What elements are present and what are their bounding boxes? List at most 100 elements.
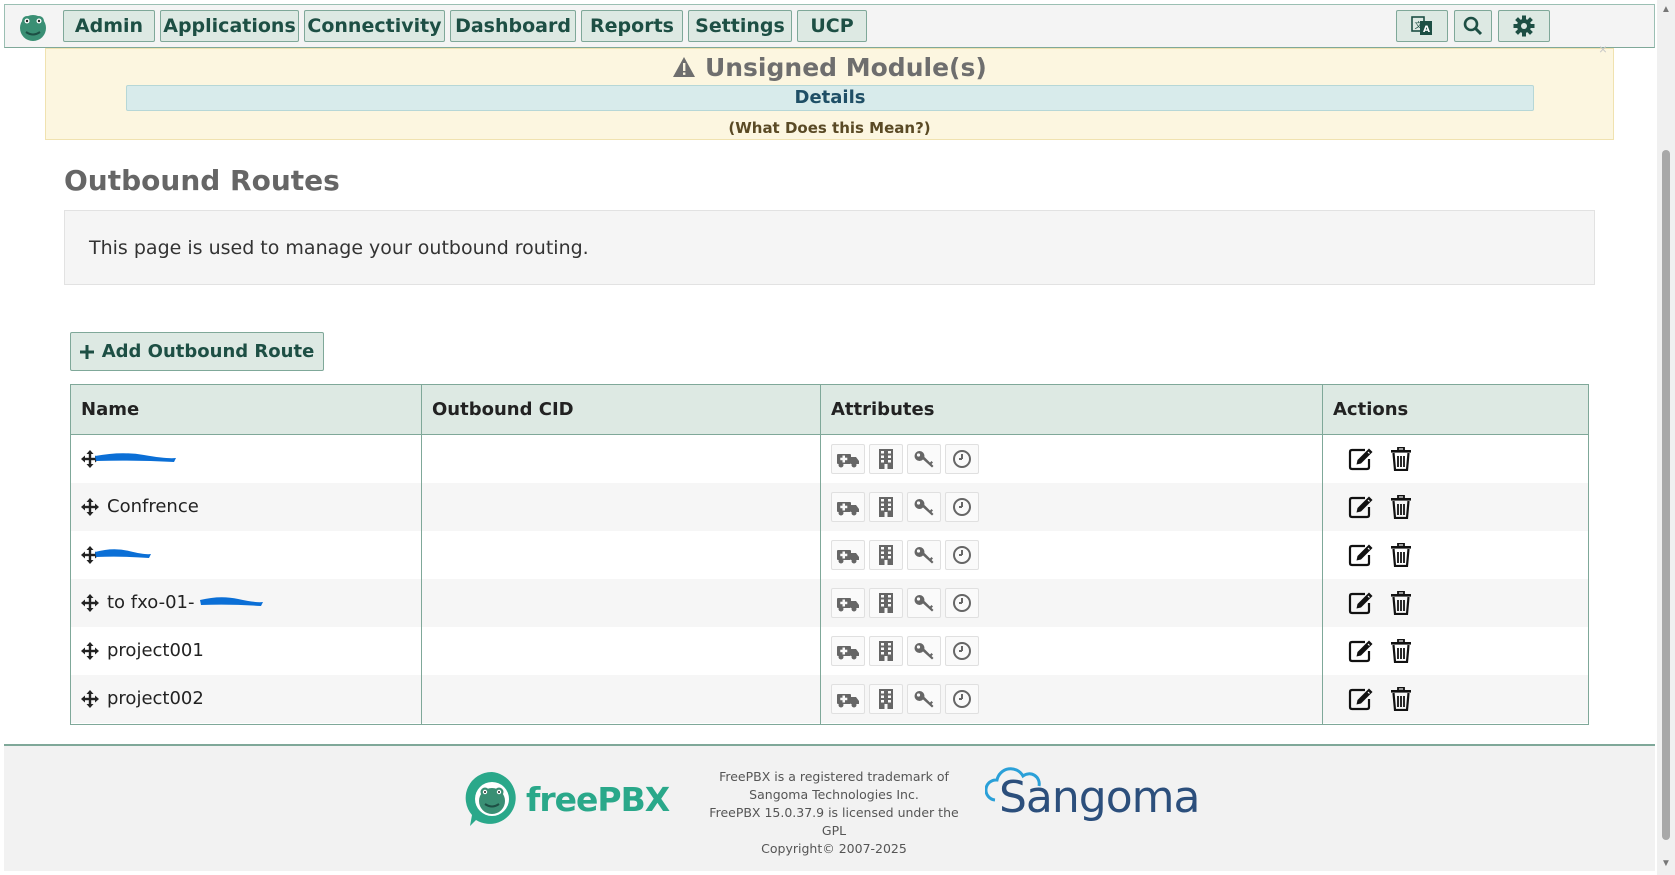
time-group-attribute-button[interactable] xyxy=(945,636,979,666)
footer-line: FreePBX 15.0.37.9 is licensed under the xyxy=(709,805,959,820)
footer-line: FreePBX is a registered trademark of xyxy=(719,769,949,784)
drag-handle-icon[interactable] xyxy=(81,498,99,516)
edit-icon[interactable] xyxy=(1347,541,1375,569)
alert-what-does-this-mean-link[interactable]: (What Does this Mean?) xyxy=(46,119,1613,137)
header-outbound-cid[interactable]: Outbound CID xyxy=(422,385,821,435)
nav-applications[interactable]: Applications xyxy=(160,10,299,42)
time-group-icon xyxy=(952,449,972,469)
freepbx-frog-icon xyxy=(465,771,516,826)
nav-settings[interactable]: Settings xyxy=(688,10,792,42)
add-outbound-route-label: Add Outbound Route xyxy=(101,341,315,362)
time-group-attribute-button[interactable] xyxy=(945,540,979,570)
drag-handle-icon[interactable] xyxy=(81,642,99,660)
emergency-attribute-button[interactable] xyxy=(831,588,865,618)
edit-icon[interactable] xyxy=(1347,685,1375,713)
page-description: This page is used to manage your outboun… xyxy=(89,237,589,259)
footer-legal-text: FreePBX is a registered trademark of San… xyxy=(704,768,964,858)
language-button[interactable]: 文 A xyxy=(1396,10,1448,42)
route-name: project001 xyxy=(107,640,204,661)
search-button[interactable] xyxy=(1454,10,1492,42)
column-divider xyxy=(820,385,821,724)
intra-company-attribute-button[interactable] xyxy=(869,540,903,570)
sangoma-logo[interactable]: Sangoma xyxy=(985,767,1200,823)
password-attribute-button[interactable] xyxy=(907,588,941,618)
edit-icon[interactable] xyxy=(1347,445,1375,473)
emergency-attribute-button[interactable] xyxy=(831,444,865,474)
add-outbound-route-button[interactable]: Add Outbound Route xyxy=(70,332,324,371)
settings-button[interactable] xyxy=(1498,10,1550,42)
header-actions[interactable]: Actions xyxy=(1323,385,1588,435)
scroll-down-arrow-icon[interactable]: ▼ xyxy=(1661,858,1671,869)
route-name-cell xyxy=(81,531,153,579)
emergency-attribute-button[interactable] xyxy=(831,540,865,570)
svg-text:A: A xyxy=(1423,25,1430,35)
emergency-icon xyxy=(836,498,860,516)
table-row[interactable] xyxy=(71,531,1588,579)
emergency-attribute-button[interactable] xyxy=(831,684,865,714)
vertical-scrollbar[interactable]: ▲ ▼ xyxy=(1657,0,1675,875)
intra-company-attribute-button[interactable] xyxy=(869,588,903,618)
delete-icon[interactable] xyxy=(1387,541,1415,569)
scroll-thumb[interactable] xyxy=(1662,150,1670,840)
freepbx-logo-icon[interactable] xyxy=(17,11,49,43)
page-footer: freePBX FreePBX is a registered trademar… xyxy=(4,744,1655,871)
edit-icon[interactable] xyxy=(1347,493,1375,521)
intra-company-attribute-button[interactable] xyxy=(869,684,903,714)
drag-handle-icon[interactable] xyxy=(81,690,99,708)
intra-company-attribute-button[interactable] xyxy=(869,492,903,522)
nav-reports[interactable]: Reports xyxy=(581,10,683,42)
column-divider xyxy=(1322,385,1323,724)
table-row[interactable]: project001 xyxy=(71,627,1588,675)
table-row[interactable] xyxy=(71,435,1588,483)
delete-icon[interactable] xyxy=(1387,589,1415,617)
column-divider xyxy=(421,385,422,724)
header-name[interactable]: Name xyxy=(71,385,422,435)
edit-icon[interactable] xyxy=(1347,589,1375,617)
drag-handle-icon[interactable] xyxy=(81,594,99,612)
time-group-attribute-button[interactable] xyxy=(945,684,979,714)
password-attribute-button[interactable] xyxy=(907,540,941,570)
time-group-attribute-button[interactable] xyxy=(945,588,979,618)
emergency-icon xyxy=(836,546,860,564)
scroll-up-arrow-icon[interactable]: ▲ xyxy=(1661,4,1671,15)
page-title: Outbound Routes xyxy=(64,164,340,197)
delete-icon[interactable] xyxy=(1387,445,1415,473)
password-icon xyxy=(913,449,935,469)
emergency-attribute-button[interactable] xyxy=(831,636,865,666)
unsigned-modules-alert: Unsigned Module(s) Details (What Does th… xyxy=(45,41,1614,140)
alert-details-button[interactable]: Details xyxy=(126,85,1534,111)
intra-company-attribute-button[interactable] xyxy=(869,444,903,474)
emergency-attribute-button[interactable] xyxy=(831,492,865,522)
intra-company-icon xyxy=(877,640,895,662)
search-icon xyxy=(1463,16,1483,36)
table-row[interactable]: project002 xyxy=(71,675,1588,723)
alert-title-row: Unsigned Module(s) xyxy=(46,53,1613,82)
nav-ucp[interactable]: UCP xyxy=(797,10,867,42)
delete-icon[interactable] xyxy=(1387,637,1415,665)
password-icon xyxy=(913,497,935,517)
intra-company-attribute-button[interactable] xyxy=(869,636,903,666)
password-icon xyxy=(913,689,935,709)
edit-icon[interactable] xyxy=(1347,637,1375,665)
password-attribute-button[interactable] xyxy=(907,492,941,522)
header-attributes[interactable]: Attributes xyxy=(821,385,1323,435)
route-name-cell: project001 xyxy=(81,627,204,675)
intra-company-icon xyxy=(877,688,895,710)
table-row[interactable]: to fxo-01- xyxy=(71,579,1588,627)
table-row[interactable]: Confrence xyxy=(71,483,1588,531)
time-group-attribute-button[interactable] xyxy=(945,444,979,474)
nav-connectivity[interactable]: Connectivity xyxy=(304,10,445,42)
nav-admin[interactable]: Admin xyxy=(63,10,155,42)
alert-close-icon[interactable]: × xyxy=(1599,41,1607,57)
delete-icon[interactable] xyxy=(1387,685,1415,713)
freepbx-footer-logo[interactable]: freePBX xyxy=(464,770,670,828)
password-attribute-button[interactable] xyxy=(907,684,941,714)
password-attribute-button[interactable] xyxy=(907,444,941,474)
password-attribute-button[interactable] xyxy=(907,636,941,666)
route-name-cell: to fxo-01- xyxy=(81,579,265,627)
nav-dashboard[interactable]: Dashboard xyxy=(450,10,576,42)
delete-icon[interactable] xyxy=(1387,493,1415,521)
password-icon xyxy=(913,545,935,565)
time-group-icon xyxy=(952,689,972,709)
time-group-attribute-button[interactable] xyxy=(945,492,979,522)
